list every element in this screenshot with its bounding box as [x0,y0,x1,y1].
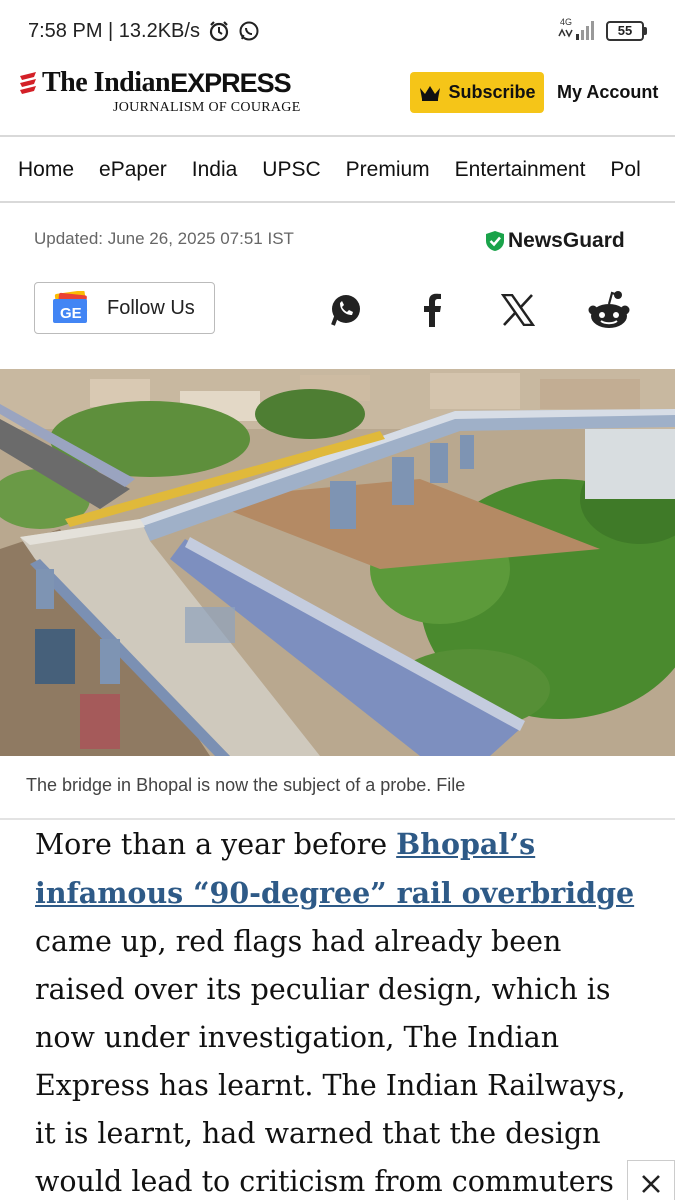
alarm-icon [208,20,230,42]
whatsapp-status-icon [238,20,260,42]
status-time: 7:58 PM | 13.2KB/s [28,19,200,42]
svg-text:GE: GE [60,305,82,322]
site-header: The Indian EXPRESS JOURNALISM OF COURAGE… [0,62,675,137]
share-x-button[interactable] [495,287,541,333]
my-account-link[interactable]: My Account [557,82,658,103]
nav-item-home[interactable]: Home [18,158,74,182]
follow-us-label: Follow Us [107,296,195,319]
article-text-after: came up, red flags had already been rais… [35,925,626,1198]
signal-icon: 4G [556,16,600,47]
battery-level: 55 [606,21,644,41]
facebook-icon [424,293,441,327]
close-icon [642,1175,660,1193]
logo-mark-icon [20,72,36,94]
bridge-photo [0,369,675,756]
logo-express: EXPRESS [170,67,292,98]
battery-indicator: 55 [606,21,647,41]
newsguard-label: NewsGuard [508,229,625,252]
share-reddit-button[interactable] [586,287,632,333]
whatsapp-icon [331,295,360,326]
nav-item-upsc[interactable]: UPSC [262,158,320,182]
status-bar: 7:58 PM | 13.2KB/s 4G 55 [0,0,675,62]
site-logo[interactable]: The Indian EXPRESS JOURNALISM OF COURAGE [18,67,301,116]
nav-item-india[interactable]: India [192,158,238,182]
shield-check-icon [486,231,504,251]
updated-timestamp: Updated: June 26, 2025 07:51 IST [34,229,294,248]
network-label: 4G [560,17,572,27]
image-caption: The bridge in Bhopal is now the subject … [26,775,466,795]
x-icon [501,294,535,326]
tagline: JOURNALISM OF COURAGE [113,100,301,115]
subscribe-label: Subscribe [448,82,536,102]
article-body: More than a year before Bhopal’s infamou… [35,820,645,1200]
reddit-icon [588,291,630,328]
nav-item-politics[interactable]: Pol [610,158,640,182]
nav-item-premium[interactable]: Premium [346,158,430,182]
nav-item-epaper[interactable]: ePaper [99,158,167,182]
status-left: 7:58 PM | 13.2KB/s [28,20,260,43]
battery-tip [644,27,647,35]
article-text-before: More than a year before [35,828,397,861]
share-facebook-button[interactable] [409,287,455,333]
subscribe-button[interactable]: Subscribe [410,72,544,113]
nav-item-entertainment[interactable]: Entertainment [455,158,586,182]
google-news-icon: GE [53,291,88,323]
article-hero-image [0,369,675,756]
follow-us-button[interactable]: GE Follow Us [34,282,215,334]
main-nav: Home ePaper India UPSC Premium Entertain… [0,139,675,203]
close-ad-button[interactable] [627,1160,675,1200]
share-whatsapp-button[interactable] [323,287,369,333]
logo-text: The Indian [42,67,171,98]
crown-icon [420,85,441,101]
status-right: 4G 55 [556,16,647,47]
newsguard-badge[interactable]: NewsGuard [485,229,625,253]
